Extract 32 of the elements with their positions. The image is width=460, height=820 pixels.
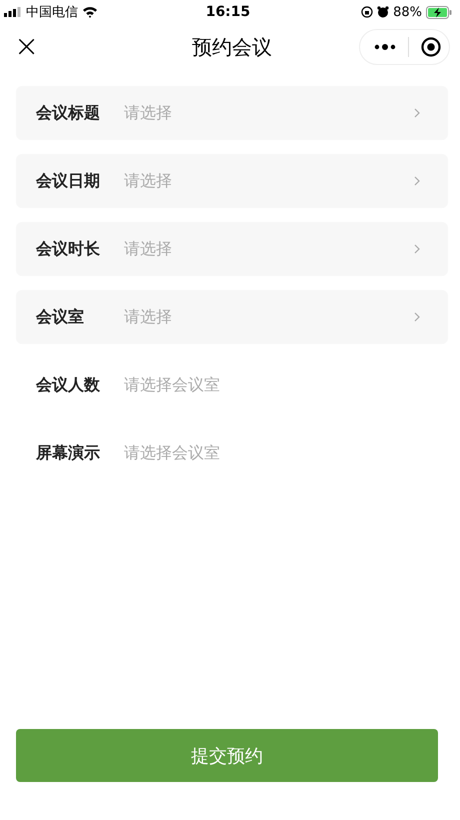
picker-row[interactable]: 会议室 请选择	[16, 290, 448, 344]
field-label: 会议人数	[36, 374, 101, 396]
chevron-right-icon	[414, 312, 420, 322]
chevron-right-icon	[414, 108, 420, 118]
alarm-icon	[377, 6, 390, 18]
close-button[interactable]: ×	[14, 32, 40, 62]
field-placeholder: 请选择会议室	[124, 374, 221, 396]
page-title: 预约会议	[192, 34, 272, 60]
field-label: 会议室	[36, 306, 85, 328]
field-label: 会议日期	[36, 170, 101, 192]
picker-row[interactable]: 会议时长 请选择	[16, 222, 448, 276]
picker-row[interactable]: 会议日期 请选择	[16, 154, 448, 208]
chevron-right-icon	[414, 176, 420, 186]
field-placeholder: 请选择	[124, 238, 173, 260]
field-placeholder: 请选择	[124, 170, 173, 192]
more-icon[interactable]	[374, 44, 396, 50]
field-placeholder: 请选择会议室	[124, 442, 221, 464]
field-placeholder: 请选择	[124, 306, 173, 328]
picker-row[interactable]: 会议标题 请选择	[16, 86, 448, 140]
record-icon[interactable]	[421, 37, 441, 57]
clock-time: 16:15	[206, 4, 250, 20]
battery-charging-icon	[426, 6, 452, 18]
field-label: 会议标题	[36, 102, 101, 124]
field-label: 屏幕演示	[36, 442, 101, 464]
signal-icon	[4, 7, 22, 17]
chevron-right-icon	[414, 244, 420, 254]
field-placeholder: 请选择	[124, 102, 173, 124]
wifi-icon	[82, 6, 98, 18]
carrier-name: 中国电信	[26, 4, 78, 21]
battery-percent: 88%	[393, 4, 422, 20]
rotation-lock-icon	[361, 6, 374, 18]
field-label: 会议时长	[36, 238, 101, 260]
